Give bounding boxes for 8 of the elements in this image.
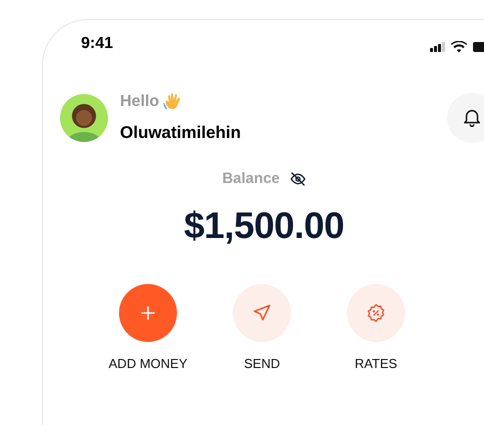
status-time: 9:41 — [81, 34, 114, 54]
action-label: RATES — [354, 354, 398, 372]
action-label: ADD MONEY — [108, 354, 188, 372]
action-label: SEND — [244, 354, 280, 372]
balance-label: Balance — [222, 168, 280, 188]
user-name: Oluwatimilehin — [120, 122, 241, 144]
greeting-text: Hello — [120, 92, 160, 112]
balance-amount: $1,500.00 — [184, 204, 344, 248]
